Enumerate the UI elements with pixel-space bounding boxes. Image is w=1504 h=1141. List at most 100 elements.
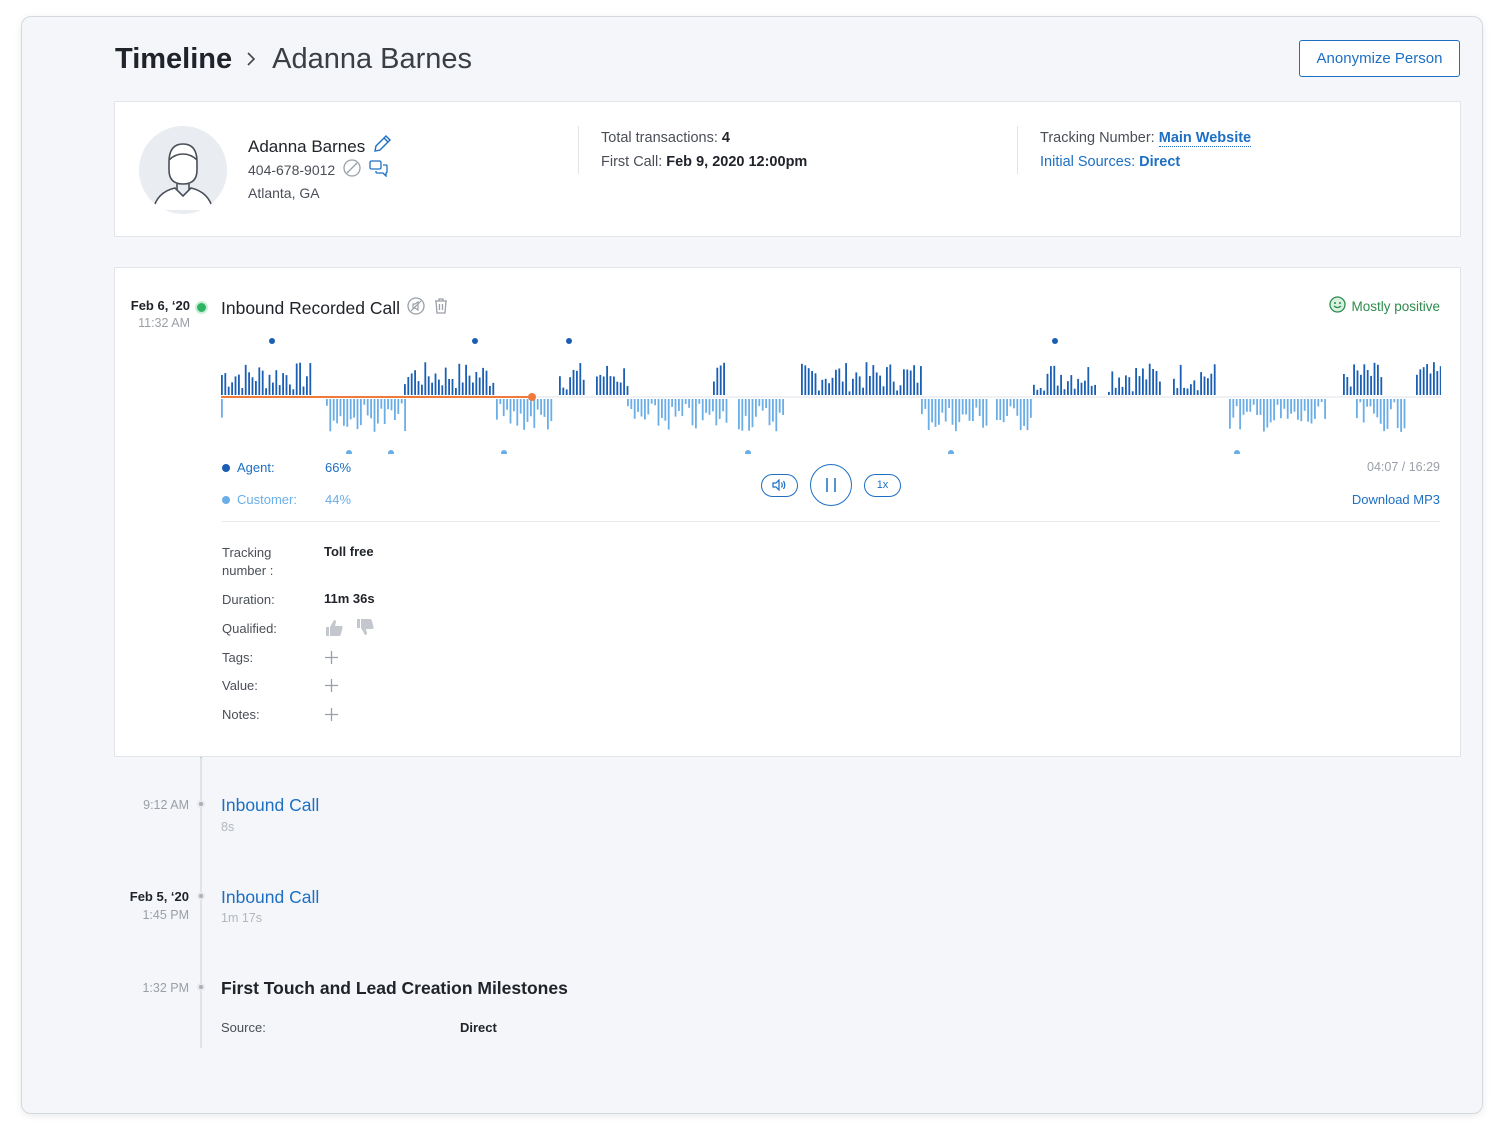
- agent-marker[interactable]: [1052, 338, 1058, 344]
- agent-bar: [616, 381, 619, 395]
- call-time: 11:32 AM: [138, 316, 190, 330]
- customer-bar: [1256, 399, 1258, 415]
- customer-bar: [1373, 399, 1375, 414]
- customer-bar: [526, 399, 529, 422]
- chat-icon[interactable]: [369, 159, 388, 180]
- customer-marker[interactable]: [501, 450, 507, 454]
- customer-bar: [1386, 399, 1389, 429]
- call-waveform[interactable]: [221, 324, 1441, 454]
- call-title-row: Inbound Recorded Call: [221, 296, 450, 321]
- agent-bar: [478, 377, 481, 395]
- customer-bar: [543, 399, 546, 417]
- customer-bar: [523, 399, 525, 430]
- customer-bar: [961, 399, 964, 415]
- customer-bar: [725, 399, 728, 423]
- breadcrumb-root[interactable]: Timeline: [115, 43, 232, 76]
- agent-bar: [492, 382, 495, 395]
- tracking-number-detail-label: Tracking number :: [222, 545, 274, 578]
- agent-marker[interactable]: [566, 338, 572, 344]
- customer-bar: [1013, 399, 1015, 409]
- customer-marker[interactable]: [388, 450, 394, 454]
- customer-bar: [390, 399, 393, 411]
- agent-bar: [1125, 375, 1127, 395]
- agent-bar: [1036, 389, 1039, 395]
- customer-bar: [1317, 399, 1320, 407]
- plus-icon[interactable]: [325, 679, 338, 692]
- customer-bar: [1235, 399, 1238, 407]
- agent-marker[interactable]: [472, 338, 478, 344]
- pause-button[interactable]: [810, 464, 852, 506]
- plus-icon[interactable]: [325, 708, 338, 721]
- customer-bar: [782, 399, 784, 415]
- customer-bar: [972, 399, 974, 422]
- thumbs-up-icon[interactable]: [324, 618, 344, 643]
- customer-bar: [1009, 399, 1012, 407]
- agent-bar: [1053, 365, 1056, 395]
- customer-marker[interactable]: [948, 450, 954, 454]
- customer-bar: [1232, 399, 1235, 418]
- agent-bar: [295, 363, 298, 395]
- person-phone-row: 404-678-9012: [248, 159, 388, 180]
- agent-bar: [626, 386, 629, 395]
- pencil-icon[interactable]: [371, 133, 393, 160]
- customer-bar: [718, 399, 721, 419]
- agent-bar: [889, 364, 892, 395]
- event-title-link[interactable]: Inbound Call: [221, 887, 319, 908]
- plus-icon[interactable]: [325, 651, 338, 664]
- speed-button[interactable]: 1x: [864, 473, 901, 497]
- customer-bar: [221, 399, 223, 418]
- tracking-number-link[interactable]: Main Website: [1158, 130, 1252, 147]
- volume-button[interactable]: [761, 473, 798, 497]
- agent-bar: [1419, 369, 1422, 395]
- breadcrumb-person: Adanna Barnes: [272, 42, 473, 75]
- customer-marker[interactable]: [1234, 450, 1240, 454]
- customer-bar: [924, 399, 927, 409]
- customer-bar: [363, 399, 366, 405]
- customer-bar: [349, 399, 352, 420]
- legend-agent: Agent: 66%: [222, 460, 351, 475]
- customer-bar: [519, 399, 522, 414]
- customer-marker[interactable]: [346, 450, 352, 454]
- block-icon[interactable]: [343, 159, 361, 180]
- agent-bar: [1046, 373, 1049, 395]
- download-mp3-link[interactable]: Download MP3: [1352, 492, 1440, 507]
- trash-icon[interactable]: [432, 297, 450, 320]
- customer-bar: [366, 399, 369, 416]
- customer-bar: [547, 399, 549, 430]
- sentiment-label: Mostly positive: [1351, 298, 1440, 314]
- customer-bar: [1297, 399, 1299, 420]
- agent-bar: [1118, 377, 1120, 395]
- timeline-dot-active: [195, 301, 208, 314]
- agent-bar: [441, 385, 444, 395]
- customer-bar: [509, 399, 512, 424]
- thumbs-down-icon[interactable]: [355, 617, 375, 642]
- agent-bar: [258, 367, 261, 395]
- agent-bar: [221, 375, 223, 395]
- initial-sources-value[interactable]: Direct: [1139, 154, 1180, 170]
- agent-bar: [875, 372, 878, 395]
- divider: [578, 126, 579, 174]
- agent-bar: [841, 381, 844, 395]
- anonymize-person-button[interactable]: Anonymize Person: [1299, 40, 1460, 77]
- chevron-right-icon: [246, 51, 256, 67]
- no-sound-icon[interactable]: [406, 296, 426, 321]
- timeline-dot: [197, 800, 205, 808]
- customer-bar: [758, 399, 761, 407]
- agent-bar: [716, 367, 719, 395]
- customer-bar: [927, 399, 930, 431]
- agent-bar: [1073, 388, 1076, 395]
- agent-bar: [1077, 378, 1079, 395]
- agent-bar: [238, 374, 240, 395]
- customer-marker[interactable]: [745, 450, 751, 454]
- agent-bar: [1439, 366, 1441, 395]
- agent-marker[interactable]: [269, 338, 275, 344]
- playhead-handle[interactable]: [528, 393, 536, 401]
- agent-bar: [275, 370, 278, 395]
- source-value: Direct: [460, 1020, 497, 1035]
- event-title-link[interactable]: Inbound Call: [221, 795, 319, 816]
- call-title: Inbound Recorded Call: [221, 298, 401, 318]
- customer-bar: [1303, 399, 1306, 411]
- agent-bar: [465, 364, 467, 395]
- agent-bar: [838, 368, 841, 395]
- customer-bar: [343, 399, 345, 426]
